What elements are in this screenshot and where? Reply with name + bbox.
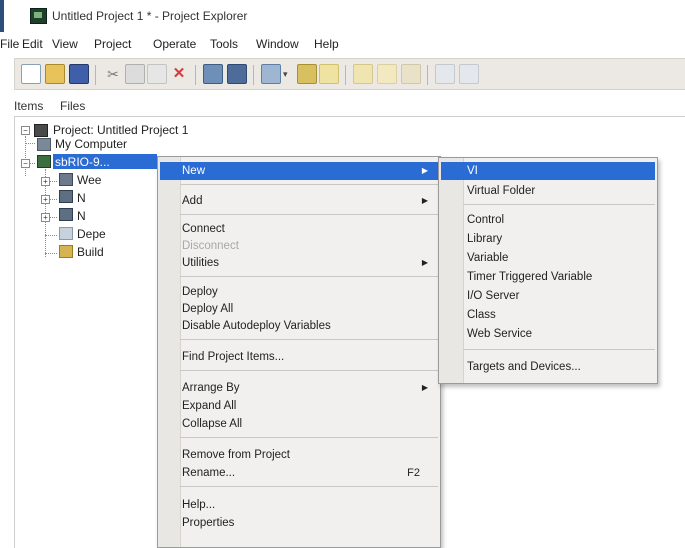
open-folder-icon[interactable] xyxy=(45,64,65,84)
menu-item-deploy-all[interactable]: Deploy All xyxy=(160,300,438,318)
properties-icon[interactable] xyxy=(203,64,223,84)
computer-icon xyxy=(37,138,51,151)
submenu-arrow-icon: ▶ xyxy=(421,166,428,175)
build-spec-icon xyxy=(59,245,73,258)
title-bar: Untitled Project 1 * - Project Explorer xyxy=(0,0,685,32)
submenu-item-control[interactable]: Control xyxy=(441,211,655,229)
menu-item-connect[interactable]: Connect xyxy=(160,220,438,238)
menu-file[interactable]: File xyxy=(0,37,19,51)
tree-my-computer[interactable]: My Computer xyxy=(55,137,127,151)
cut-icon[interactable]: ✂ xyxy=(103,64,123,84)
menu-tools[interactable]: Tools xyxy=(210,37,238,51)
new-submenu: VI Virtual Folder Control Library Variab… xyxy=(438,157,658,384)
project-icon xyxy=(34,124,48,137)
menu-view[interactable]: View xyxy=(52,37,78,51)
submenu-item-vi[interactable]: VI xyxy=(441,162,655,180)
submenu-arrow-icon: ▶ xyxy=(421,258,428,267)
menu-bar: File Edit View Project Operate Tools Win… xyxy=(0,34,685,54)
tree-child-1[interactable]: Wee xyxy=(77,173,101,187)
tab-items[interactable]: Items xyxy=(14,99,43,113)
submenu-item-library[interactable]: Library xyxy=(441,230,655,248)
menu-item-add[interactable]: Add ▶ xyxy=(160,192,438,210)
module-icon xyxy=(59,190,73,203)
collapse-icon[interactable]: − xyxy=(21,159,30,168)
menu-window[interactable]: Window xyxy=(256,37,299,51)
tab-files[interactable]: Files xyxy=(60,99,85,113)
submenu-arrow-icon: ▶ xyxy=(421,196,428,205)
menu-item-help[interactable]: Help... xyxy=(160,496,438,514)
folder-add-icon[interactable] xyxy=(377,64,397,84)
menu-help[interactable]: Help xyxy=(314,37,339,51)
window-title: Untitled Project 1 * - Project Explorer xyxy=(52,9,248,23)
dependencies-icon xyxy=(59,227,73,240)
folder-options-icon[interactable] xyxy=(401,64,421,84)
menu-project[interactable]: Project xyxy=(94,37,131,51)
tree-build-specs[interactable]: Build xyxy=(77,245,104,259)
menu-item-arrange-by[interactable]: Arrange By ▶ xyxy=(160,379,438,397)
paste-icon[interactable] xyxy=(147,64,167,84)
menu-item-disconnect: Disconnect xyxy=(182,240,239,252)
submenu-item-timer-triggered-variable[interactable]: Timer Triggered Variable xyxy=(441,268,655,286)
expand-icon[interactable]: + xyxy=(41,195,50,204)
menu-item-disable-autodeploy[interactable]: Disable Autodeploy Variables xyxy=(160,317,438,335)
copy-icon[interactable] xyxy=(125,64,145,84)
tree-dependencies[interactable]: Depe xyxy=(77,227,106,241)
submenu-arrow-icon: ▶ xyxy=(421,383,428,392)
target-icon xyxy=(37,155,51,168)
tree-child-3[interactable]: N xyxy=(77,209,86,223)
expand-icon[interactable]: + xyxy=(41,177,50,186)
tree-target[interactable]: sbRIO-9... xyxy=(55,155,110,169)
view-icon[interactable] xyxy=(261,64,281,84)
submenu-item-variable[interactable]: Variable xyxy=(441,249,655,267)
submenu-item-web-service[interactable]: Web Service xyxy=(441,325,655,343)
submenu-item-targets-and-devices[interactable]: Targets and Devices... xyxy=(441,358,655,376)
collapse-icon[interactable]: − xyxy=(21,126,30,135)
build-icon[interactable] xyxy=(227,64,247,84)
labview-project-icon xyxy=(30,8,47,24)
toolbar: ✂ ✕ ▾ xyxy=(14,58,685,90)
menu-item-expand-all[interactable]: Expand All xyxy=(160,397,438,415)
tree-child-2[interactable]: N xyxy=(77,191,86,205)
menu-item-remove-from-project[interactable]: Remove from Project xyxy=(160,446,438,464)
menu-item-utilities[interactable]: Utilities ▶ xyxy=(160,254,438,272)
submenu-item-io-server[interactable]: I/O Server xyxy=(441,287,655,305)
menu-operate[interactable]: Operate xyxy=(153,37,196,51)
menu-item-new[interactable]: New ▶ xyxy=(160,162,438,180)
submenu-item-class[interactable]: Class xyxy=(441,306,655,324)
menu-item-collapse-all[interactable]: Collapse All xyxy=(160,415,438,433)
add-item-icon[interactable] xyxy=(297,64,317,84)
folder-icon[interactable] xyxy=(353,64,373,84)
submenu-item-virtual-folder[interactable]: Virtual Folder xyxy=(441,182,655,200)
menu-item-deploy[interactable]: Deploy xyxy=(160,283,438,301)
delete-icon[interactable]: ✕ xyxy=(169,64,189,84)
save-all-icon[interactable] xyxy=(69,64,89,84)
menu-edit[interactable]: Edit xyxy=(22,37,43,51)
new-file-icon[interactable] xyxy=(21,64,41,84)
expand-icon[interactable]: + xyxy=(41,213,50,222)
tree-project[interactable]: Project: Untitled Project 1 xyxy=(53,123,188,137)
menu-item-find-project-items[interactable]: Find Project Items... xyxy=(160,348,438,366)
module-icon xyxy=(59,208,73,221)
filter-icon[interactable] xyxy=(319,64,339,84)
undo-icon[interactable] xyxy=(435,64,455,84)
redo-icon[interactable] xyxy=(459,64,479,84)
menu-item-properties[interactable]: Properties xyxy=(160,514,438,532)
chassis-icon xyxy=(59,173,73,186)
context-menu: New ▶ Add ▶ Connect Disconnect Utilities ▶ … xyxy=(157,156,441,548)
menu-item-rename[interactable]: Rename... F2 xyxy=(160,464,438,482)
